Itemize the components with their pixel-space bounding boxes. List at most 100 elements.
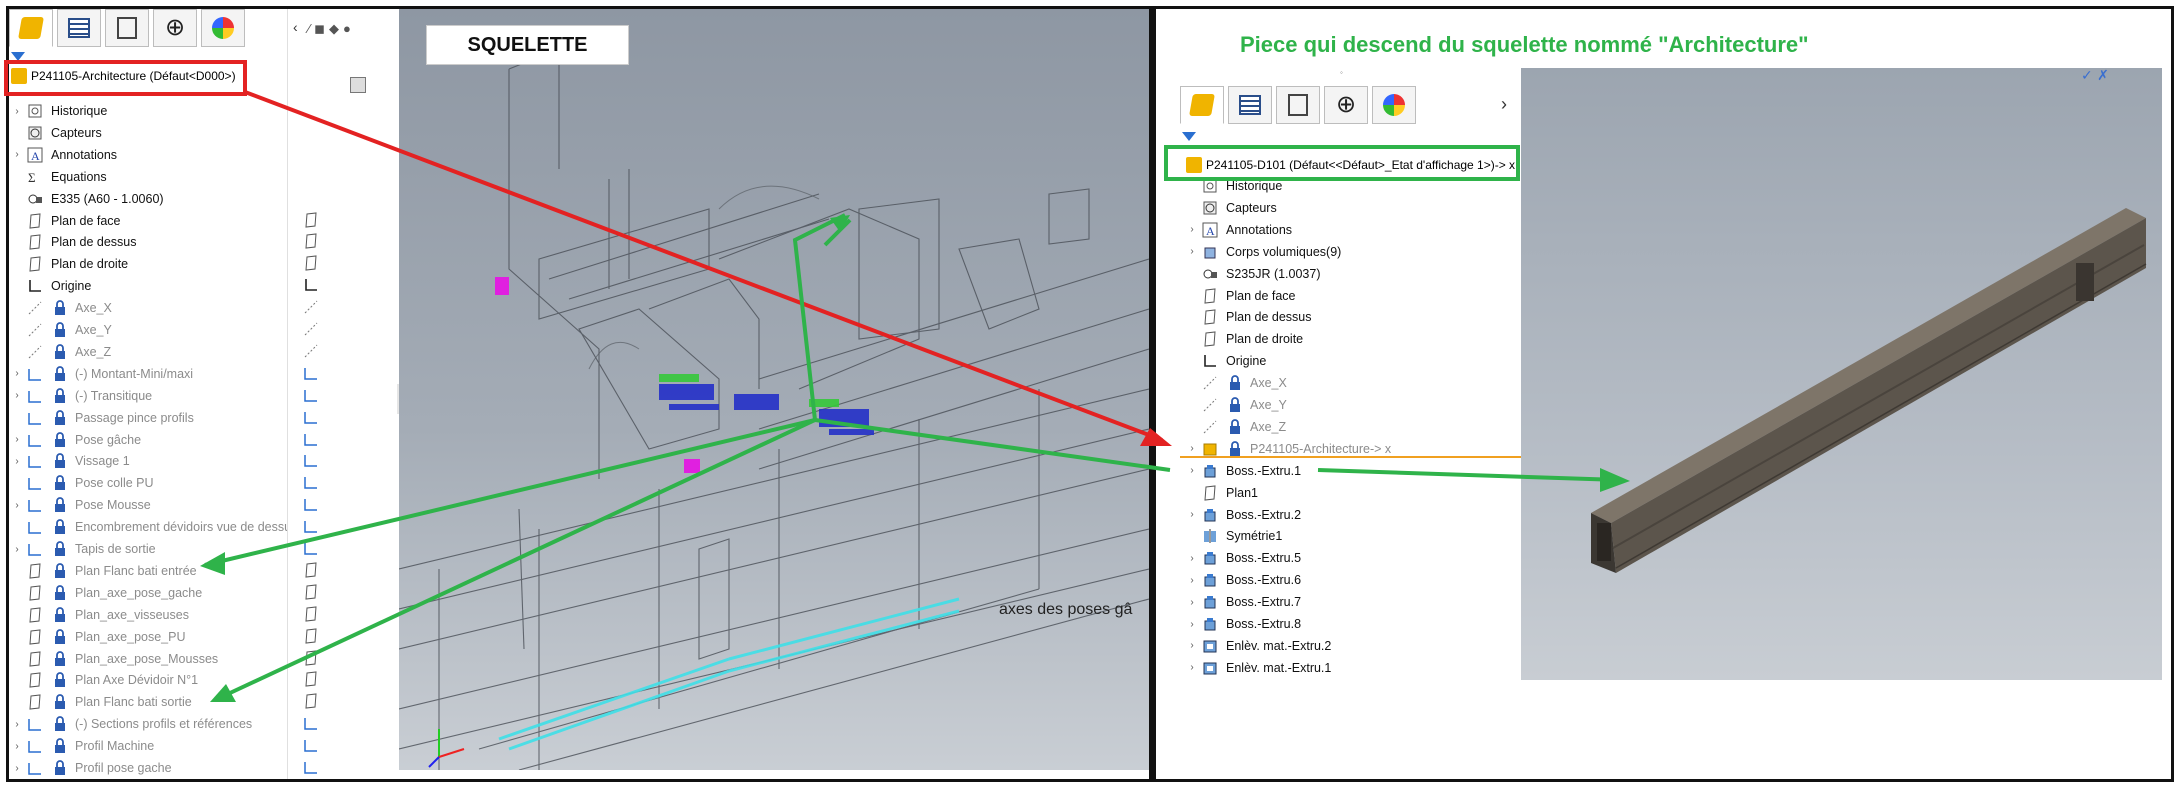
tree-item[interactable]: Capteurs: [1184, 197, 1277, 219]
configuration-manager-tab[interactable]: [105, 9, 149, 47]
view-settings-icon[interactable]: [350, 77, 366, 93]
tree-item[interactable]: › Boss.-Extru.2: [1184, 504, 1301, 526]
property-manager-tab[interactable]: [57, 9, 101, 47]
property-manager-tab[interactable]: [1228, 86, 1272, 124]
tree-item[interactable]: › (-) Transitique: [9, 385, 152, 407]
origin-icon: [1200, 352, 1220, 370]
display-manager-tab[interactable]: [1372, 86, 1416, 124]
expand-arrow-icon[interactable]: ›: [9, 500, 25, 511]
expand-arrow-icon[interactable]: ›: [1184, 509, 1200, 520]
tree-item[interactable]: Plan de droite: [1184, 328, 1303, 350]
tree-item[interactable]: › Boss.-Extru.5: [1184, 547, 1301, 569]
expand-arrow-icon[interactable]: ›: [9, 368, 25, 379]
expand-arrow-icon[interactable]: ›: [9, 719, 25, 730]
tree-item[interactable]: › A Annotations: [9, 144, 117, 166]
feature-manager-tab[interactable]: [1180, 86, 1224, 124]
expand-arrow-icon[interactable]: ›: [1184, 553, 1200, 564]
tree-item[interactable]: Capteurs: [9, 122, 102, 144]
tree-item[interactable]: Plan Flanc bati entrée: [9, 560, 197, 582]
expand-arrow-icon[interactable]: ›: [9, 456, 25, 467]
tree-item[interactable]: Encombrement dévidoirs vue de dessu: [9, 516, 291, 538]
expand-arrow-icon[interactable]: ›: [1184, 224, 1200, 235]
tree-item[interactable]: Passage pince profils: [9, 407, 194, 429]
chevron-right-icon[interactable]: ›: [1501, 94, 1507, 115]
expand-arrow-icon[interactable]: ›: [1184, 465, 1200, 476]
filter-icon[interactable]: [1182, 132, 1196, 141]
tree-item[interactable]: Origine: [9, 275, 91, 297]
tree-item[interactable]: › Profil Machine: [9, 735, 154, 757]
left-top-item[interactable]: P241105-Architecture (Défaut<D000>): [11, 65, 236, 87]
tree-item[interactable]: › Tapis de sortie: [9, 538, 156, 560]
chevron-left-icon[interactable]: ‹: [293, 19, 298, 35]
tree-item[interactable]: › A Annotations: [1184, 219, 1292, 241]
feature-manager-tab[interactable]: [9, 9, 53, 47]
tree-item[interactable]: Plan_axe_pose_Mousses: [9, 648, 218, 670]
tree-item[interactable]: Axe_Y: [9, 319, 112, 341]
expand-arrow-icon[interactable]: ›: [9, 434, 25, 445]
expand-arrow-icon[interactable]: ›: [9, 763, 25, 774]
expand-arrow-icon[interactable]: ›: [1184, 575, 1200, 586]
tree-item[interactable]: Axe_X: [9, 297, 112, 319]
dimxpert-tab[interactable]: ⊕: [153, 9, 197, 47]
tree-item[interactable]: E335 (A60 - 1.0060): [9, 188, 164, 210]
tree-item[interactable]: Plan de face: [1184, 285, 1296, 307]
expand-arrow-icon[interactable]: ›: [1184, 597, 1200, 608]
display-manager-tab[interactable]: [201, 9, 245, 47]
expand-arrow-icon[interactable]: ›: [9, 149, 25, 160]
tree-item[interactable]: › Profil pose gache: [9, 757, 172, 779]
rollback-bar[interactable]: [1180, 456, 1525, 458]
expand-arrow-icon[interactable]: ›: [9, 390, 25, 401]
tree-item[interactable]: Origine: [1184, 350, 1266, 372]
tree-item[interactable]: Σ Equations: [9, 166, 107, 188]
tree-item[interactable]: › Boss.-Extru.1: [1184, 460, 1301, 482]
expand-arrow-icon[interactable]: ›: [9, 106, 25, 117]
viewport-checkmarks-icon[interactable]: ✓ ✗: [2081, 68, 2109, 84]
panel-handle-icon[interactable]: ◦: [1340, 68, 1343, 77]
tree-item[interactable]: › (-) Montant-Mini/maxi: [9, 363, 193, 385]
tree-item[interactable]: Axe_Z: [1184, 416, 1286, 438]
expand-arrow-icon[interactable]: ›: [9, 741, 25, 752]
tree-item[interactable]: Axe_Z: [9, 341, 111, 363]
sketch-mini-icon: [303, 737, 319, 758]
right-3d-viewport[interactable]: ✓ ✗: [1521, 68, 2162, 680]
tree-item[interactable]: › Historique: [9, 100, 107, 122]
tree-item[interactable]: Plan1: [1184, 482, 1258, 504]
tree-item[interactable]: › Pose Mousse: [9, 494, 151, 516]
tree-item[interactable]: Historique: [1184, 175, 1282, 197]
tree-item[interactable]: Plan de face: [9, 210, 121, 232]
tree-item[interactable]: › (-) Sections profils et références: [9, 713, 252, 735]
tree-item[interactable]: Plan Axe Dévidoir N°1: [9, 669, 198, 691]
tree-item[interactable]: Plan Flanc bati sortie: [9, 691, 192, 713]
tree-item[interactable]: Plan de dessus: [1184, 306, 1311, 328]
tree-item[interactable]: › Boss.-Extru.6: [1184, 569, 1301, 591]
tree-item[interactable]: › Boss.-Extru.7: [1184, 591, 1301, 613]
expand-arrow-icon[interactable]: ›: [9, 544, 25, 555]
tree-item[interactable]: › Enlèv. mat.-Extru.2: [1184, 635, 1331, 657]
tree-item[interactable]: Axe_X: [1184, 372, 1287, 394]
expand-arrow-icon[interactable]: ›: [1184, 443, 1200, 454]
dimxpert-tab[interactable]: ⊕: [1324, 86, 1368, 124]
tree-item[interactable]: › Enlèv. mat.-Extru.1: [1184, 657, 1331, 679]
tree-item[interactable]: Plan_axe_pose_PU: [9, 626, 186, 648]
left-3d-viewport[interactable]: axes des poses gâ SQUELETTE: [399, 9, 1149, 770]
expand-arrow-icon[interactable]: ›: [1184, 619, 1200, 630]
tree-item[interactable]: › Corps volumiques(9): [1184, 241, 1341, 263]
tree-item[interactable]: Plan_axe_pose_gache: [9, 582, 202, 604]
configuration-manager-tab[interactable]: [1276, 86, 1320, 124]
tree-item[interactable]: Plan_axe_visseuses: [9, 604, 189, 626]
tree-item[interactable]: › Vissage 1: [9, 450, 130, 472]
right-top-item[interactable]: P241105-D101 (Défaut<<Défaut>_Etat d'aff…: [1186, 154, 1515, 176]
tree-item[interactable]: Pose colle PU: [9, 472, 154, 494]
expand-arrow-icon[interactable]: ›: [1184, 662, 1200, 673]
tree-item-label: (-) Montant-Mini/maxi: [75, 366, 194, 381]
tree-item[interactable]: S235JR (1.0037): [1184, 263, 1321, 285]
filter-icon[interactable]: [11, 52, 25, 61]
tree-item[interactable]: Plan de dessus: [9, 231, 136, 253]
tree-item[interactable]: › Pose gâche: [9, 429, 141, 451]
tree-item[interactable]: › Boss.-Extru.8: [1184, 613, 1301, 635]
expand-arrow-icon[interactable]: ›: [1184, 246, 1200, 257]
expand-arrow-icon[interactable]: ›: [1184, 640, 1200, 651]
tree-item[interactable]: Axe_Y: [1184, 394, 1287, 416]
tree-item[interactable]: Symétrie1: [1184, 525, 1282, 547]
tree-item[interactable]: Plan de droite: [9, 253, 128, 275]
